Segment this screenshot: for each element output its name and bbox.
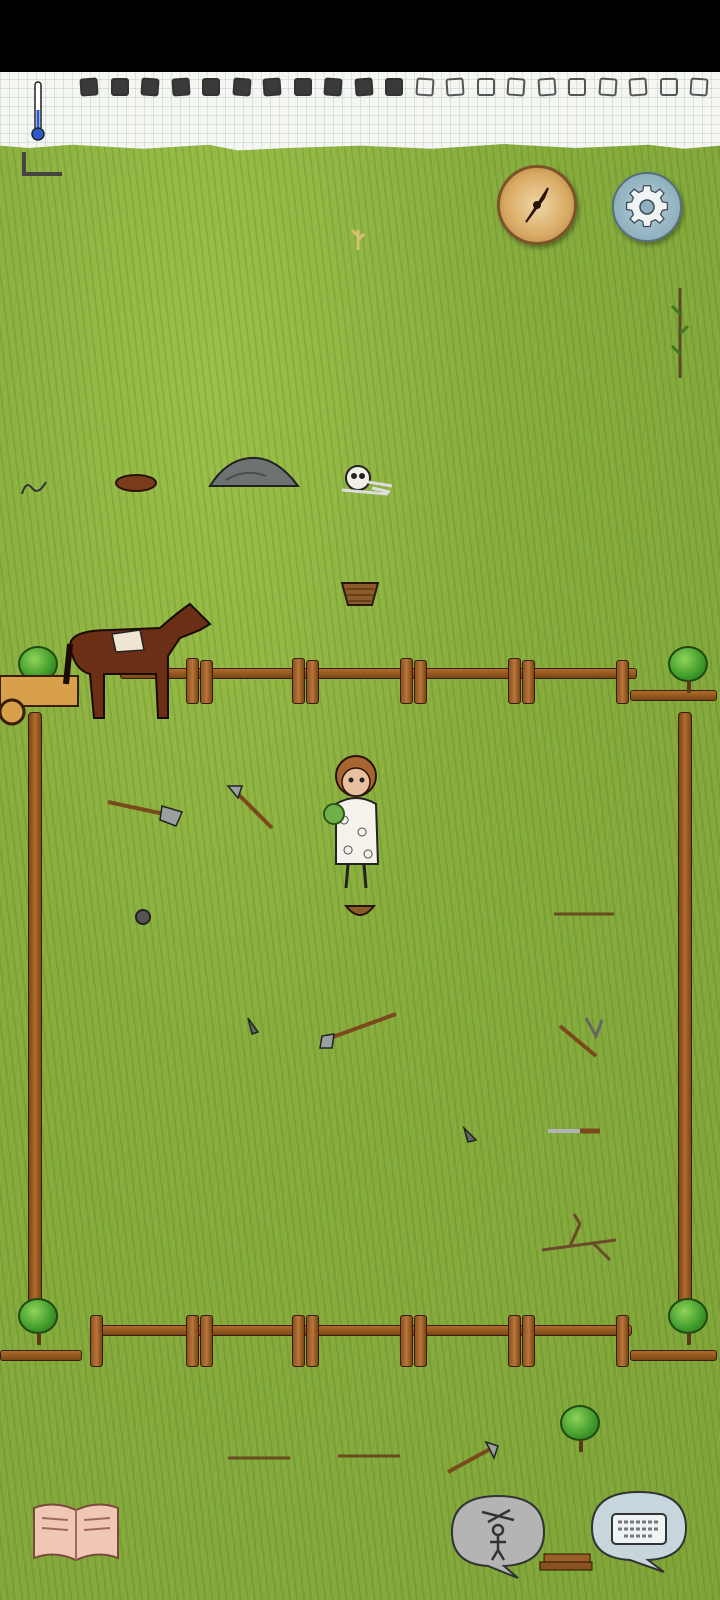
fence-top-rail-right [630,690,717,701]
compass-icon [525,187,549,223]
fence-post [522,660,535,704]
fence-post [200,1315,213,1367]
fence-post [508,1315,521,1367]
hunger-pip-full [323,77,343,97]
hunger-pip-empty [414,77,435,97]
hunger-pip-full [231,77,252,97]
hunger-pip-empty [476,78,495,96]
hunger-pip-full [293,78,312,96]
hunger-pip-empty [689,77,709,97]
round-stone-icon[interactable] [134,908,152,926]
gooseberry-bush[interactable] [668,646,708,693]
knife-icon[interactable] [546,1124,602,1138]
hunger-pip-empty [536,77,557,97]
hatchet-icon[interactable] [226,784,276,832]
fence-post [522,1315,535,1367]
fence-left-side [28,712,42,1304]
keyboard-speech-bubble-icon [611,1513,667,1545]
hunger-pip-full [170,77,191,97]
rope-icon[interactable] [20,476,48,496]
hunger-pip-full [110,78,129,96]
wheat-icon[interactable] [348,226,368,252]
hunger-pip-empty [628,77,648,97]
hunger-pip-empty [568,78,586,96]
hunger-pip-full [79,77,99,97]
hunger-pip-empty [597,77,618,97]
stick-icon[interactable] [336,1452,402,1460]
bone-pile-icon[interactable] [332,462,396,498]
fence-post [400,658,413,704]
keyboard-chat-button[interactable] [588,1488,690,1574]
fence-bottom-rail-right [630,1350,717,1361]
fence-post [414,660,427,704]
hunger-pip-full [140,77,160,97]
fence-right-side [678,712,692,1304]
long-shaft-icon[interactable] [552,910,616,918]
stick-icon[interactable] [226,1454,292,1462]
hunger-pip-full [202,78,220,96]
player-character[interactable] [318,754,394,894]
hunger-pip-empty [445,77,465,97]
emote-button[interactable] [448,1492,548,1580]
settings-button[interactable] [612,172,682,242]
dung-icon[interactable] [112,470,160,492]
fence-post [292,658,305,704]
pickaxe-icon[interactable] [556,1016,604,1058]
gear-icon [625,185,669,228]
gooseberry-bush[interactable] [18,1298,58,1345]
fence-post [306,660,319,704]
fence-bottom-rail [0,1350,82,1361]
fence-post [292,1315,305,1367]
axe-icon[interactable] [444,1440,500,1476]
gooseberry-bush[interactable] [560,1405,600,1452]
thermometer-icon [31,81,45,141]
fence-post [414,1315,427,1367]
hunger-pip-empty [506,77,526,97]
journal-book-button[interactable] [30,1500,122,1564]
fence-post [186,1315,199,1367]
fence-bottom-rail [90,1325,632,1336]
fence-post [616,1315,629,1367]
sapling-icon[interactable] [668,284,692,380]
iron-hook-icon[interactable] [18,150,64,180]
hunger-pip-full [353,77,374,97]
flint-chip-icon[interactable] [462,1126,478,1144]
sharp-stone-icon[interactable] [244,1016,260,1036]
system-status-bar [0,0,720,72]
fence-post [306,1315,319,1367]
bowl-icon[interactable] [344,902,376,922]
fence-post [616,660,629,704]
compass-button[interactable] [497,165,577,245]
branch-icon[interactable] [540,1210,620,1262]
basket-icon[interactable] [338,577,382,607]
hunger-pip-empty [659,78,678,96]
hunger-pip-full [385,78,403,96]
fence-post [90,1315,103,1367]
horse-cart-icon[interactable] [0,594,220,728]
shovel-icon[interactable] [106,796,186,828]
fence-post [400,1315,413,1367]
big-rock-icon[interactable] [206,450,302,490]
hoe-icon[interactable] [318,1010,398,1050]
fence-post [508,658,521,704]
gooseberry-bush[interactable] [668,1298,708,1345]
hunger-pip-full [262,77,282,97]
